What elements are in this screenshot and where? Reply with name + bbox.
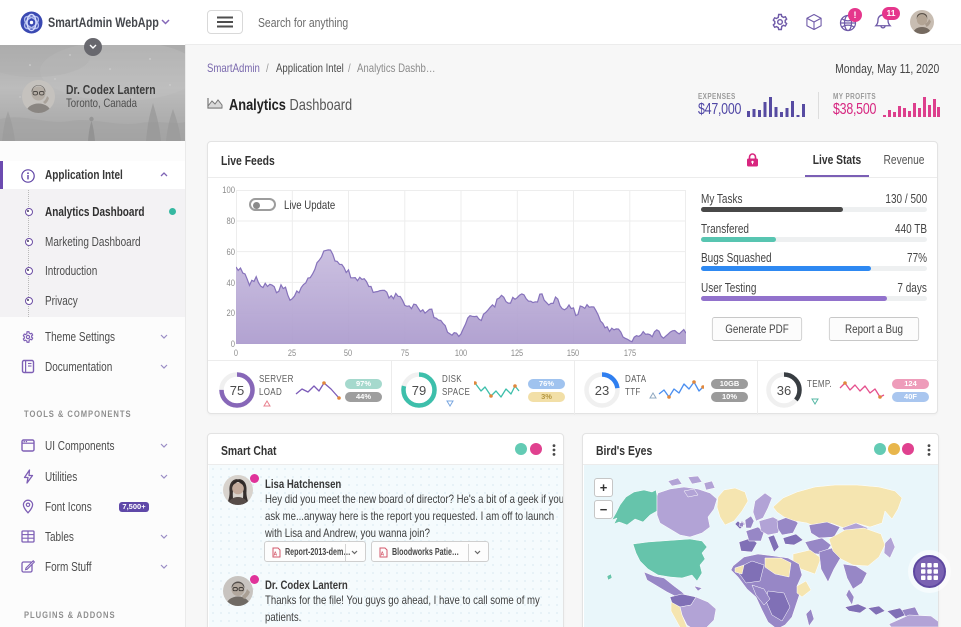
svg-text:A: A: [381, 552, 385, 558]
svg-text:79: 79: [412, 383, 426, 398]
svg-text:36: 36: [777, 383, 791, 398]
svg-text:75: 75: [229, 383, 243, 398]
svg-text:23: 23: [594, 383, 608, 398]
svg-text:A: A: [274, 552, 278, 558]
